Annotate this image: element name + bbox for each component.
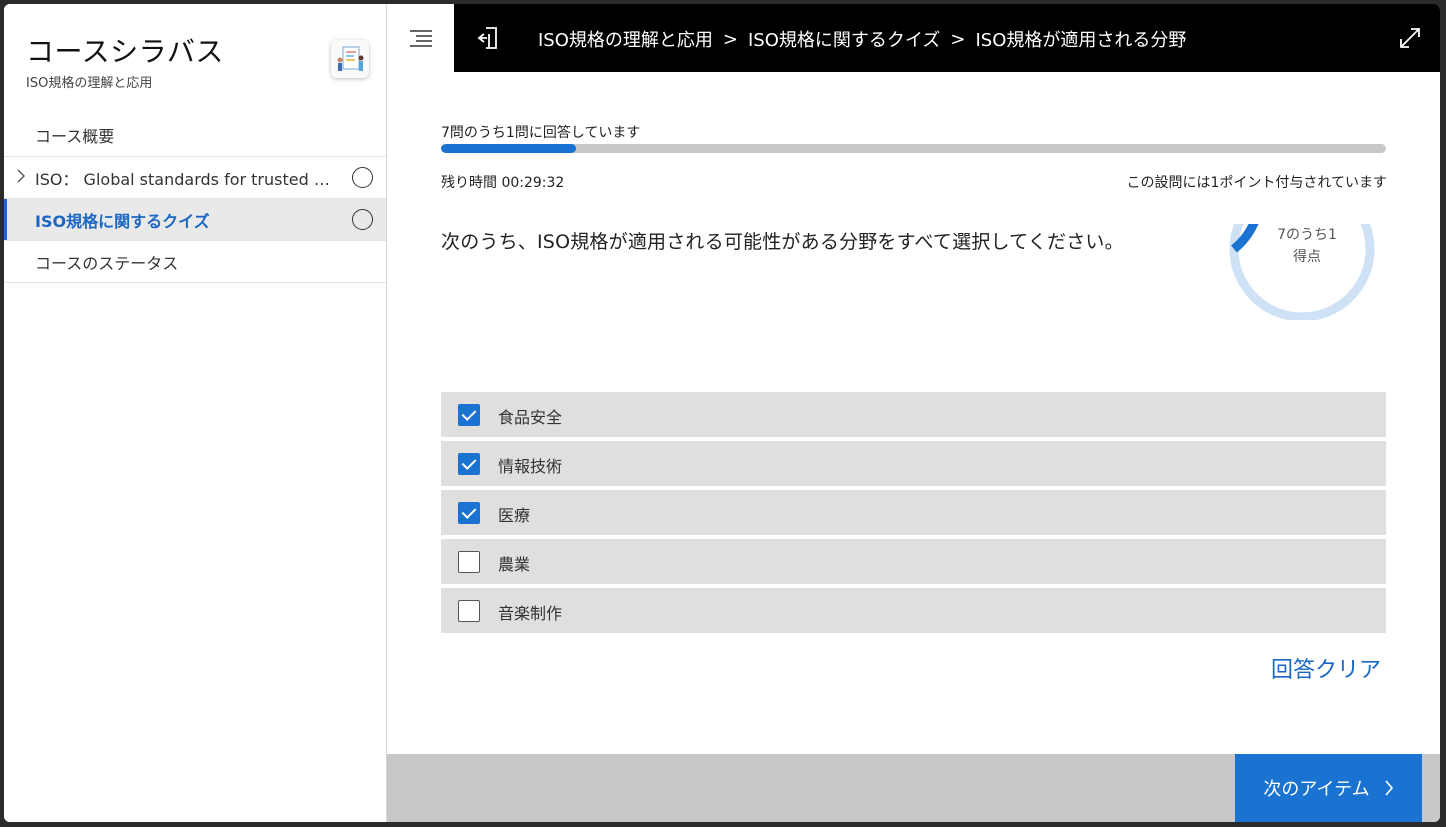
answer-option[interactable]: 食品安全 <box>441 392 1386 437</box>
answer-options: 食品安全 情報技術 医療 農業 音楽制作 <box>441 392 1386 637</box>
sidebar-title: コースシラバス <box>26 35 224 68</box>
sidebar-item-label: コース概要 <box>35 127 115 146</box>
option-label: 医療 <box>498 506 531 525</box>
option-label: 農業 <box>498 555 531 574</box>
chevron-right-icon[interactable] <box>16 169 26 187</box>
checkbox[interactable] <box>458 551 480 573</box>
score-text: 7のうち1 得点 <box>1227 224 1387 268</box>
breadcrumb-item-question: ISO規格が適用される分野 <box>975 30 1187 51</box>
points-note: この設問には1ポイント付与されています <box>1126 175 1388 191</box>
option-label: 音楽制作 <box>498 604 563 623</box>
answer-option[interactable]: 医療 <box>441 490 1386 535</box>
sidebar-item-course-overview[interactable]: コース概要 <box>4 114 386 157</box>
sidebar-item-label: ISO規格に関するクイズ <box>35 211 210 231</box>
sidebar-item-course-status[interactable]: コースのステータス <box>4 241 386 283</box>
time-remaining: 残り時間 00:29:32 <box>441 175 565 191</box>
syllabus-nav: コース概要 ISO： Global standards for trusted … <box>4 114 386 283</box>
score-label: 得点 <box>1293 249 1321 265</box>
checkbox[interactable] <box>458 600 480 622</box>
checkbox[interactable] <box>458 404 480 426</box>
sidebar-item-iso-global-standards[interactable]: ISO： Global standards for trusted goods … <box>4 157 386 199</box>
question-text: 次のうち、ISO規格が適用される可能性がある分野をすべて選択してください。 <box>441 231 1124 253</box>
chevron-right-icon <box>1384 780 1393 796</box>
sidebar-item-label: ISO： Global standards for trusted goods … <box>35 169 340 189</box>
progress-label: 7問のうち1問に回答しています <box>441 125 641 141</box>
breadcrumb: ISO規格の理解と応用 > ISO規格に関するクイズ > ISO規格が適用される… <box>538 26 1186 52</box>
sidebar-subtitle: ISO規格の理解と応用 <box>26 76 153 91</box>
answer-option[interactable]: 農業 <box>441 539 1386 584</box>
option-label: 食品安全 <box>498 408 563 427</box>
checkbox[interactable] <box>458 453 480 475</box>
course-syllabus-sidebar: コースシラバス ISO規格の理解と応用 コース概要 ISO： Global st… <box>4 4 387 822</box>
progress-bar <box>441 144 1386 153</box>
breadcrumb-item-course[interactable]: ISO規格の理解と応用 <box>538 26 713 52</box>
breadcrumb-separator: > <box>722 28 738 50</box>
score-value: 7のうち1 <box>1277 227 1337 243</box>
option-label: 情報技術 <box>498 457 563 476</box>
quiz-main: 7問のうち1問に回答しています 残り時間 00:29:32 この設問には1ポイン… <box>387 72 1440 754</box>
exit-door-icon[interactable] <box>474 24 502 52</box>
course-illustration-icon <box>331 40 369 78</box>
progress-bar-fill <box>441 144 577 153</box>
sidebar-item-label: コースのステータス <box>35 253 179 273</box>
clear-answer-link[interactable]: 回答クリア <box>1271 652 1381 684</box>
answer-option[interactable]: 情報技術 <box>441 441 1386 486</box>
status-circle-icon <box>352 209 373 230</box>
app-window: コースシラバス ISO規格の理解と応用 コース概要 ISO： Global st… <box>4 4 1440 822</box>
top-bar: ISO規格の理解と応用 > ISO規格に関するクイズ > ISO規格が適用される… <box>454 4 1440 72</box>
sidebar-item-iso-quiz[interactable]: ISO規格に関するクイズ <box>4 199 386 241</box>
checkbox[interactable] <box>458 502 480 524</box>
answer-option[interactable]: 音楽制作 <box>441 588 1386 633</box>
breadcrumb-separator: > <box>950 28 966 50</box>
next-item-button[interactable]: 次のアイテム <box>1235 754 1422 822</box>
footer-bar: 次のアイテム <box>387 754 1440 822</box>
menu-toggle-button[interactable] <box>387 4 454 72</box>
status-circle-icon <box>352 167 373 188</box>
next-item-label: 次のアイテム <box>1263 779 1370 800</box>
expand-icon[interactable] <box>1396 24 1424 52</box>
breadcrumb-item-quiz[interactable]: ISO規格に関するクイズ <box>748 26 940 52</box>
score-gauge: 7のうち1 得点 <box>1227 224 1387 320</box>
hamburger-menu-icon <box>409 30 432 47</box>
